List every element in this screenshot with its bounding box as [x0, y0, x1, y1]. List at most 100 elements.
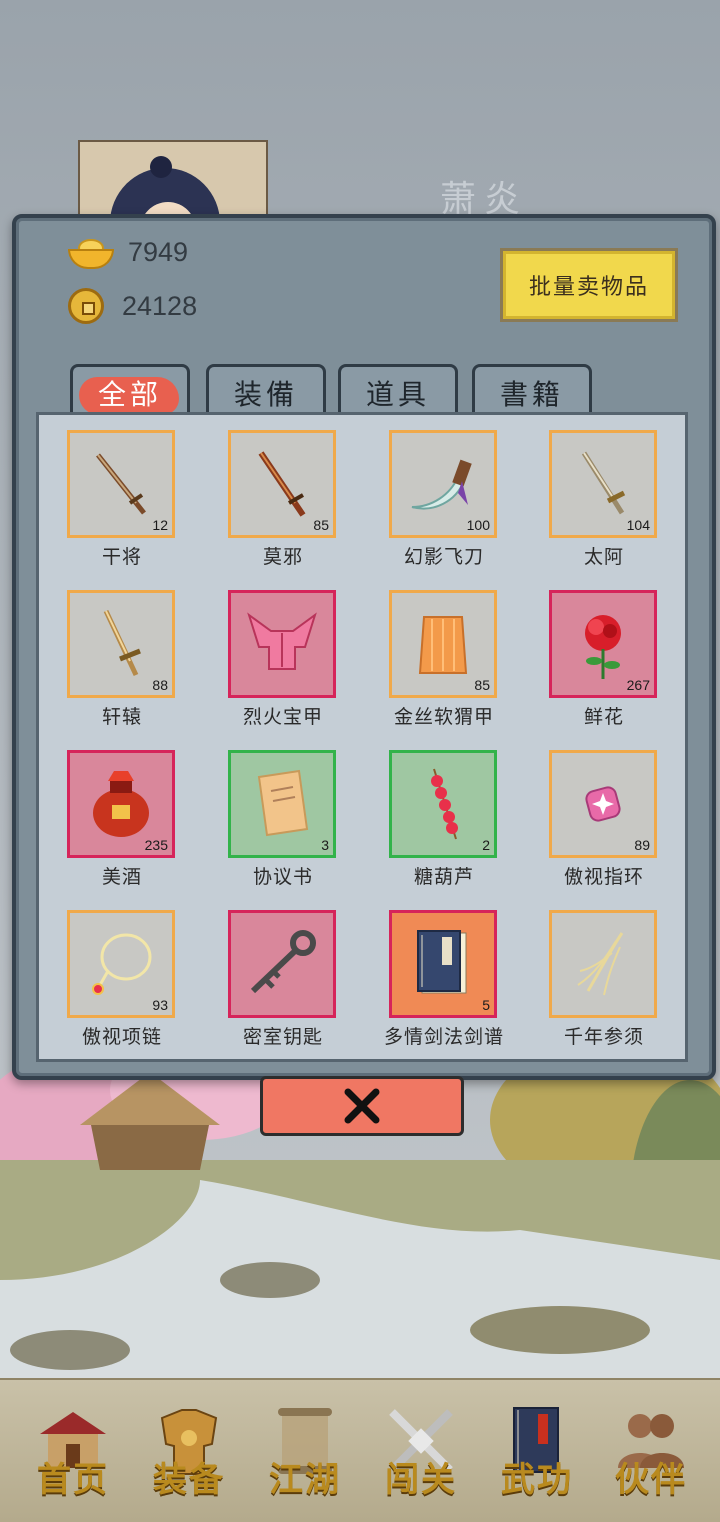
- nav-label: 装备: [153, 1460, 225, 1500]
- item-count: 104: [626, 517, 650, 533]
- item-cell: 235 美酒: [67, 750, 177, 902]
- item-count: 89: [634, 837, 650, 853]
- nav-challenge[interactable]: 闯关: [366, 1398, 476, 1508]
- tab-label: 道具: [365, 378, 430, 411]
- item-slot[interactable]: 5: [389, 910, 497, 1018]
- item-name: 傲视指环: [563, 866, 644, 888]
- item-slot[interactable]: 89: [549, 750, 657, 858]
- close-button[interactable]: [260, 1076, 464, 1136]
- copper-coin-icon: [68, 288, 104, 324]
- item-count: 2: [482, 837, 490, 853]
- item-cell: 267 鲜花: [549, 590, 659, 742]
- item-cell: 千年参须: [549, 910, 659, 1062]
- gold-ingot-amount: 7949: [128, 236, 189, 267]
- item-name: 糖葫芦: [413, 866, 474, 888]
- item-name: 千年参须: [563, 1026, 644, 1048]
- tab-all[interactable]: 全部: [70, 364, 190, 419]
- item-slot[interactable]: 100: [389, 430, 497, 538]
- item-cell: 89 傲视指环: [549, 750, 659, 902]
- nav-equipment[interactable]: 装备: [134, 1398, 244, 1508]
- item-cell: 100 幻影飞刀: [389, 430, 499, 582]
- item-name: 傲视项链: [81, 1026, 162, 1048]
- gold-ingot-row: 7949: [68, 230, 188, 274]
- tab-label: 装備: [233, 378, 298, 411]
- item-slot[interactable]: [228, 590, 336, 698]
- item-name: 幻影飞刀: [403, 546, 484, 568]
- bulk-sell-button[interactable]: 批量卖物品: [500, 248, 678, 322]
- item-cell: 88 轩辕: [67, 590, 177, 742]
- item-cell: 85 金丝软猬甲: [389, 590, 499, 742]
- nav-label: 首页: [37, 1460, 109, 1500]
- nav-home[interactable]: 首页: [18, 1398, 128, 1508]
- item-slot[interactable]: 85: [228, 430, 336, 538]
- item-name: 密室钥匙: [242, 1026, 323, 1048]
- item-count: 85: [313, 517, 329, 533]
- item-slot[interactable]: 235: [67, 750, 175, 858]
- item-slot[interactable]: [549, 910, 657, 1018]
- gold-ingot-icon: [68, 239, 114, 269]
- item-slot[interactable]: 85: [389, 590, 497, 698]
- tab-label: 書籍: [499, 378, 564, 411]
- item-count: 12: [152, 517, 168, 533]
- bottom-nav: 首页 装备 江湖 闯关 武功 伙伴: [0, 1378, 720, 1522]
- nav-partners[interactable]: 伙伴: [596, 1398, 706, 1508]
- item-slot[interactable]: 3: [228, 750, 336, 858]
- tab-label: 全部: [97, 378, 162, 411]
- coin-amount: 24128: [122, 290, 198, 321]
- sword-icon: [96, 453, 146, 515]
- item-name: 美酒: [101, 866, 142, 888]
- nav-martial-arts[interactable]: 武功: [482, 1398, 592, 1508]
- item-name: 烈火宝甲: [242, 706, 323, 728]
- sword-icon: [103, 609, 141, 677]
- item-count: 267: [626, 677, 650, 693]
- item-name: 干将: [101, 546, 142, 568]
- item-slot[interactable]: 267: [549, 590, 657, 698]
- item-name: 协议书: [252, 866, 313, 888]
- scroll-icon: [257, 769, 309, 837]
- nav-label: 伙伴: [615, 1460, 687, 1500]
- close-icon: [344, 1088, 380, 1124]
- tab-equipment[interactable]: 装備: [206, 364, 326, 419]
- item-cell: 93 傲视项链: [67, 910, 177, 1062]
- item-slot[interactable]: 93: [67, 910, 175, 1018]
- ring-icon: [585, 786, 621, 822]
- necklace-icon: [92, 933, 152, 995]
- item-count: 235: [144, 837, 168, 853]
- key-icon: [250, 930, 316, 994]
- tab-props[interactable]: 道具: [338, 364, 458, 419]
- item-cell: 5 多情剑法剑谱: [384, 910, 503, 1062]
- ginseng-icon: [577, 932, 624, 996]
- item-slot[interactable]: 104: [549, 430, 657, 538]
- item-count: 100: [466, 517, 490, 533]
- nav-jianghu[interactable]: 江湖: [250, 1398, 360, 1508]
- candied-haws-icon: [431, 768, 458, 840]
- item-cell: 3 协议书: [228, 750, 338, 902]
- tab-books[interactable]: 書籍: [472, 364, 592, 419]
- sword-icon: [581, 451, 626, 515]
- item-slot[interactable]: 12: [67, 430, 175, 538]
- item-cell: 2 糖葫芦: [389, 750, 499, 902]
- item-cell: 85 莫邪: [228, 430, 338, 582]
- item-slot[interactable]: 2: [389, 750, 497, 858]
- item-name: 金丝软猬甲: [393, 706, 494, 728]
- item-name: 轩辕: [101, 706, 142, 728]
- dagger-icon: [411, 459, 472, 510]
- item-name: 多情剑法剑谱: [383, 1026, 504, 1048]
- rose-icon: [585, 615, 621, 679]
- item-slot[interactable]: [228, 910, 336, 1018]
- item-grid: 12 干将 85 莫邪 100 幻影飞刀 104 太阿 88 轩辕 烈火宝甲 8…: [36, 412, 688, 1062]
- item-count: 93: [152, 997, 168, 1013]
- nav-label: 江湖: [269, 1460, 341, 1500]
- inventory-panel: 7949 24128 批量卖物品 全部 装備 道具 書籍 12 干将 85 莫邪…: [12, 214, 716, 1080]
- item-slot[interactable]: 88: [67, 590, 175, 698]
- item-name: 莫邪: [262, 546, 303, 568]
- item-name: 太阿: [583, 546, 624, 568]
- item-cell: 12 干将: [67, 430, 177, 582]
- wine-jar-icon: [93, 771, 149, 837]
- nav-label: 闯关: [385, 1460, 457, 1500]
- armor-icon: [247, 612, 317, 670]
- item-cell: 104 太阿: [549, 430, 659, 582]
- nav-label: 武功: [501, 1460, 573, 1500]
- item-count: 88: [152, 677, 168, 693]
- coin-row: 24128: [68, 284, 197, 328]
